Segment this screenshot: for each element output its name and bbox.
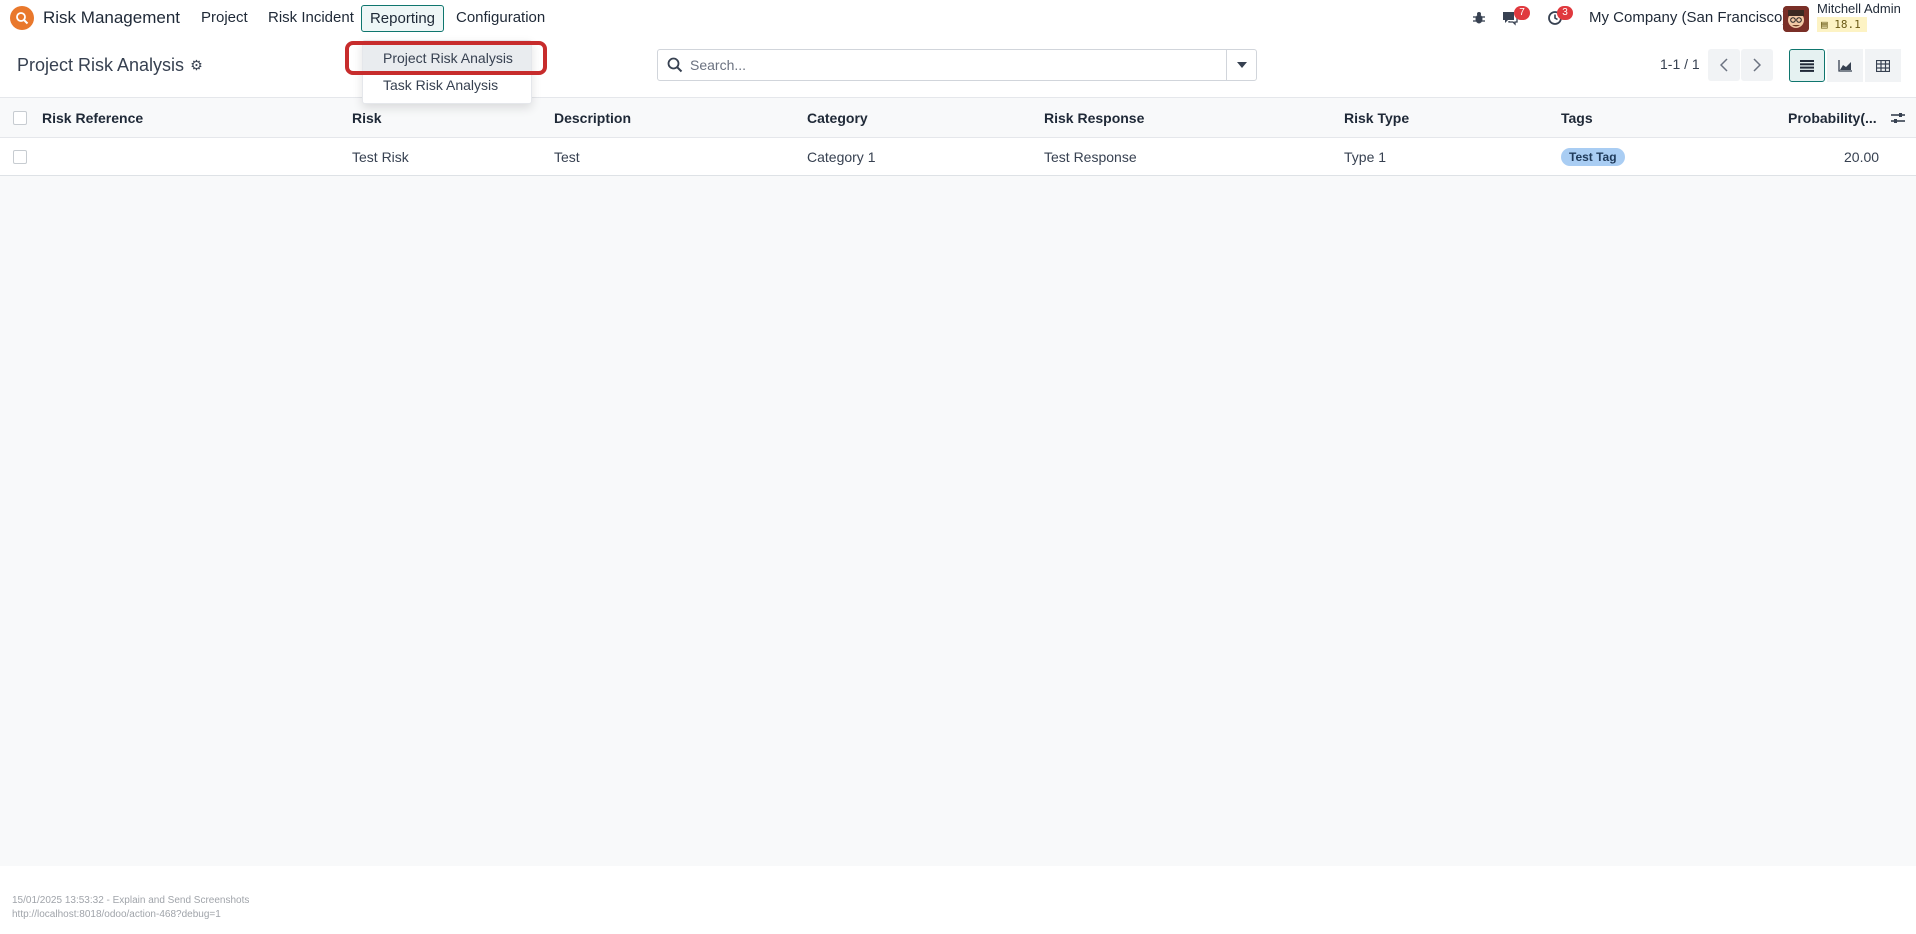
control-panel: Project Risk Analysis ⚙ 1-1 / 1 (0, 36, 1916, 98)
optional-columns-icon[interactable] (1890, 110, 1906, 126)
column-header-probability[interactable]: Probability(... (1788, 110, 1877, 126)
footer-timestamp: 15/01/2025 13:53:32 - Explain and Send S… (12, 895, 250, 906)
table-header: Risk Reference Risk Description Category… (0, 98, 1916, 138)
menu-configuration[interactable]: Configuration (456, 9, 545, 26)
activities-badge: 3 (1557, 6, 1573, 20)
footer: 15/01/2025 13:53:32 - Explain and Send S… (0, 866, 1916, 934)
version-label: 18.1 (1834, 18, 1861, 31)
pager-next-button[interactable] (1741, 49, 1773, 81)
column-header-risk-reference[interactable]: Risk Reference (42, 110, 143, 126)
messages-badge: 7 (1514, 6, 1530, 20)
column-header-description[interactable]: Description (554, 110, 631, 126)
chevron-left-icon (1720, 58, 1728, 72)
row-checkbox[interactable] (13, 150, 27, 164)
select-all-checkbox[interactable] (13, 111, 27, 125)
list-view-icon (1800, 59, 1814, 72)
menu-reporting-label: Reporting (369, 10, 436, 27)
column-header-risk-type[interactable]: Risk Type (1344, 110, 1409, 126)
menu-risk-incident[interactable]: Risk Incident (268, 9, 354, 26)
user-avatar[interactable] (1783, 6, 1809, 32)
list-view-button[interactable] (1789, 49, 1825, 82)
footer-url: http://localhost:8018/odoo/action-468?de… (12, 909, 221, 920)
top-navbar: Risk Management Project Risk Incident Re… (0, 0, 1916, 36)
cell-probability: 20.00 (1844, 149, 1880, 165)
cell-risk-type: Type 1 (1344, 149, 1387, 165)
pager-value[interactable]: 1-1 / 1 (1660, 56, 1700, 72)
company-switcher[interactable]: My Company (San Francisco) (1589, 9, 1787, 26)
pager-previous-button[interactable] (1708, 49, 1740, 81)
search-input[interactable] (690, 50, 1210, 80)
cell-risk-response: Test Response (1044, 149, 1137, 165)
list-content: Risk Reference Risk Description Category… (0, 98, 1916, 866)
gear-icon[interactable]: ⚙ (190, 57, 203, 74)
pivot-view-button[interactable] (1865, 49, 1901, 82)
bug-icon[interactable] (1469, 9, 1489, 27)
dropdown-item-task-risk-analysis[interactable]: Task Risk Analysis (363, 72, 531, 98)
user-name[interactable]: Mitchell Admin (1817, 1, 1901, 16)
page-title: Project Risk Analysis (17, 55, 185, 75)
graph-view-button[interactable] (1827, 49, 1863, 82)
menu-reporting[interactable]: Reporting (361, 5, 444, 32)
app-logo-icon[interactable] (10, 6, 34, 30)
breadcrumb: Project Risk Analysis ⚙ (17, 55, 203, 76)
column-header-category[interactable]: Category (807, 110, 868, 126)
table-row[interactable]: Test Risk Test Category 1 Test Response … (0, 138, 1916, 176)
caret-down-icon (1236, 62, 1247, 68)
app-name[interactable]: Risk Management (43, 8, 180, 28)
area-chart-icon (1838, 59, 1852, 72)
highlight-annotation (345, 41, 547, 75)
search-icon (667, 57, 683, 73)
column-header-risk-response[interactable]: Risk Response (1044, 110, 1144, 126)
column-header-tags[interactable]: Tags (1561, 110, 1593, 126)
search-box (657, 49, 1257, 81)
cell-category: Category 1 (807, 149, 876, 165)
chevron-right-icon (1753, 58, 1761, 72)
cell-description: Test (554, 149, 580, 165)
column-header-risk[interactable]: Risk (352, 110, 382, 126)
search-options-toggle[interactable] (1226, 50, 1256, 80)
version-badge: ▤ 18.1 (1817, 17, 1867, 32)
pivot-table-icon (1876, 59, 1890, 72)
cell-risk: Test Risk (352, 149, 409, 165)
tag-badge: Test Tag (1561, 148, 1625, 166)
menu-project[interactable]: Project (201, 9, 248, 26)
